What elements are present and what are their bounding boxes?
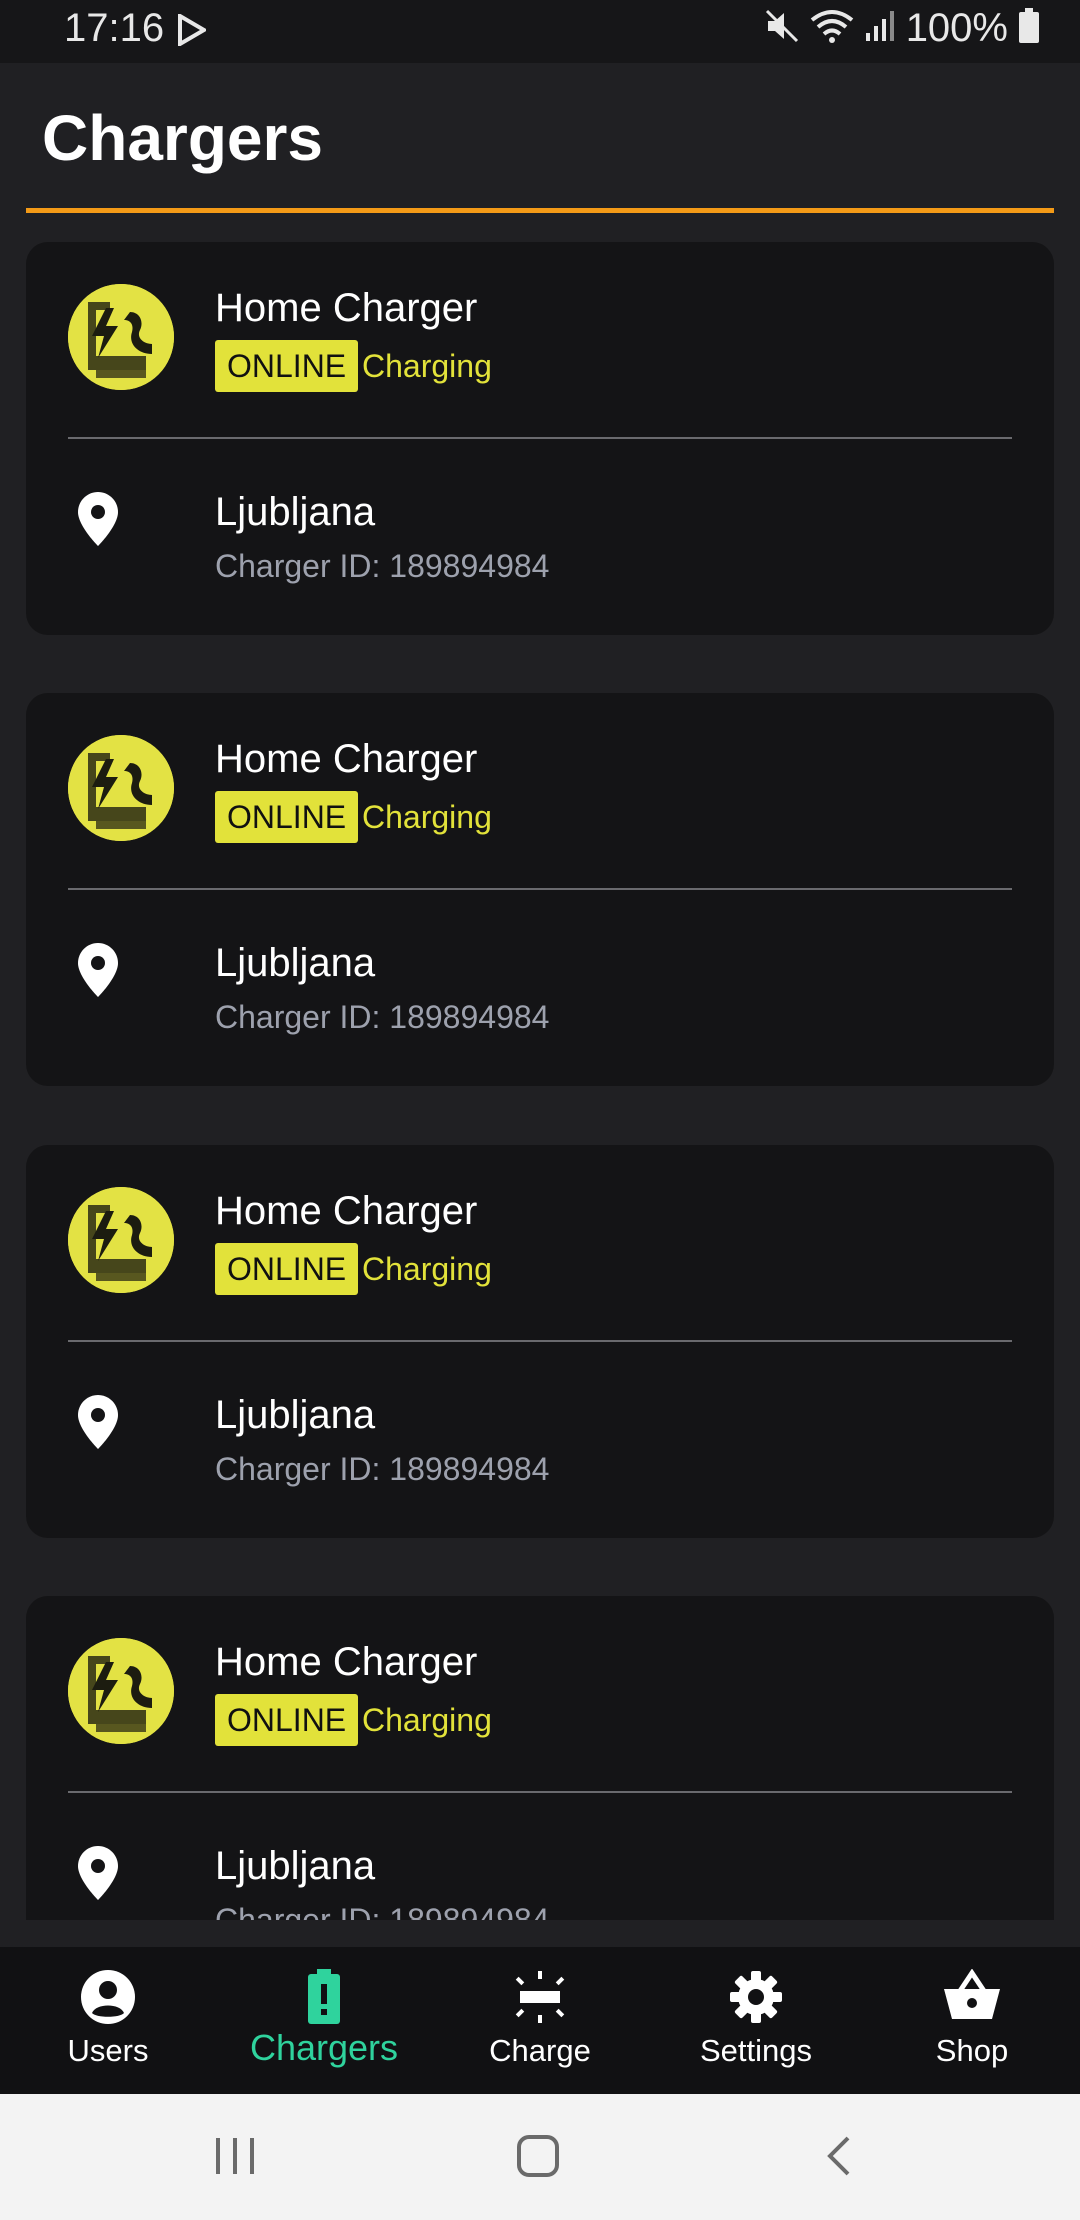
app-header: Chargers [0, 63, 1080, 213]
battery-percent: 100% [905, 6, 1008, 50]
play-store-icon [178, 12, 208, 51]
card-divider [68, 888, 1012, 890]
recent-apps-icon[interactable] [214, 2134, 256, 2183]
charging-status: Charging [362, 348, 492, 384]
page-title: Chargers [42, 102, 323, 174]
battery-icon [1018, 8, 1040, 49]
charger-location: Ljubljana [215, 941, 376, 985]
gear-icon [728, 1969, 784, 2030]
status-badge: ONLINE [215, 1694, 359, 1746]
charger-avatar-icon [68, 284, 174, 390]
nav-item-settings[interactable]: Settings [648, 1947, 864, 2094]
charger-id: Charger ID: 189894984 [215, 548, 550, 584]
charger-card[interactable]: Home Charger ONLINE Charging Ljubljana C… [26, 693, 1054, 1086]
account-circle-icon [80, 1969, 136, 2030]
charger-id: Charger ID: 189894984 [215, 1451, 550, 1487]
location-pin-icon [78, 492, 118, 551]
location-pin-icon [78, 1846, 118, 1905]
shopping-basket-icon [942, 1968, 1002, 2030]
card-divider [68, 437, 1012, 439]
nav-label: Charge [489, 2033, 591, 2068]
nav-label: Settings [699, 2033, 812, 2068]
charging-status: Charging [362, 1702, 492, 1738]
charger-card[interactable]: Home Charger ONLINE Charging Ljubljana C… [26, 1596, 1054, 1920]
charger-name: Home Charger [215, 1640, 478, 1684]
bottom-navigation: Users Chargers Charge Settings Shop [0, 1947, 1080, 2094]
back-icon[interactable] [824, 2134, 854, 2183]
battery-alert-icon [307, 1969, 341, 2030]
charger-name: Home Charger [215, 286, 478, 330]
status-time: 17:16 [64, 6, 165, 50]
nav-label: Shop [935, 2033, 1009, 2068]
charger-name: Home Charger [215, 1189, 478, 1233]
nav-item-shop[interactable]: Shop [864, 1947, 1080, 2094]
charger-name: Home Charger [215, 737, 478, 781]
signal-icon [864, 9, 896, 48]
charger-avatar-icon [68, 1638, 174, 1744]
charger-location: Ljubljana [215, 490, 376, 534]
location-pin-icon [78, 943, 118, 1002]
status-bar: 17:16 100% [0, 0, 1080, 63]
charger-id: Charger ID: 189894984 [215, 999, 550, 1035]
charger-id: Charger ID: 189894984 [215, 1902, 550, 1920]
charger-location: Ljubljana [215, 1393, 376, 1437]
location-pin-icon [78, 1395, 118, 1454]
status-icons: 100% [764, 6, 1040, 51]
charging-status: Charging [362, 1251, 492, 1287]
home-icon[interactable] [516, 2134, 560, 2183]
charger-avatar-icon [68, 1187, 174, 1293]
nav-item-charge[interactable]: Charge [432, 1947, 648, 2094]
system-navigation-bar [0, 2094, 1080, 2220]
mute-icon [764, 8, 800, 49]
charger-card[interactable]: Home Charger ONLINE Charging Ljubljana C… [26, 242, 1054, 635]
nav-label: Users [67, 2033, 149, 2068]
card-divider [68, 1340, 1012, 1342]
status-badge: ONLINE [215, 340, 359, 392]
card-divider [68, 1791, 1012, 1793]
charge-icon [512, 1969, 568, 2030]
charger-card[interactable]: Home Charger ONLINE Charging Ljubljana C… [26, 1145, 1054, 1538]
nav-label: Chargers [249, 2027, 399, 2068]
charger-location: Ljubljana [215, 1844, 376, 1888]
status-badge: ONLINE [215, 1243, 359, 1295]
charger-list[interactable]: Home Charger ONLINE Charging Ljubljana C… [0, 213, 1080, 1920]
wifi-icon [810, 8, 854, 49]
charger-avatar-icon [68, 735, 174, 841]
nav-item-chargers[interactable]: Chargers [216, 1947, 432, 2094]
charging-status: Charging [362, 799, 492, 835]
status-badge: ONLINE [215, 791, 359, 843]
nav-item-users[interactable]: Users [0, 1947, 216, 2094]
